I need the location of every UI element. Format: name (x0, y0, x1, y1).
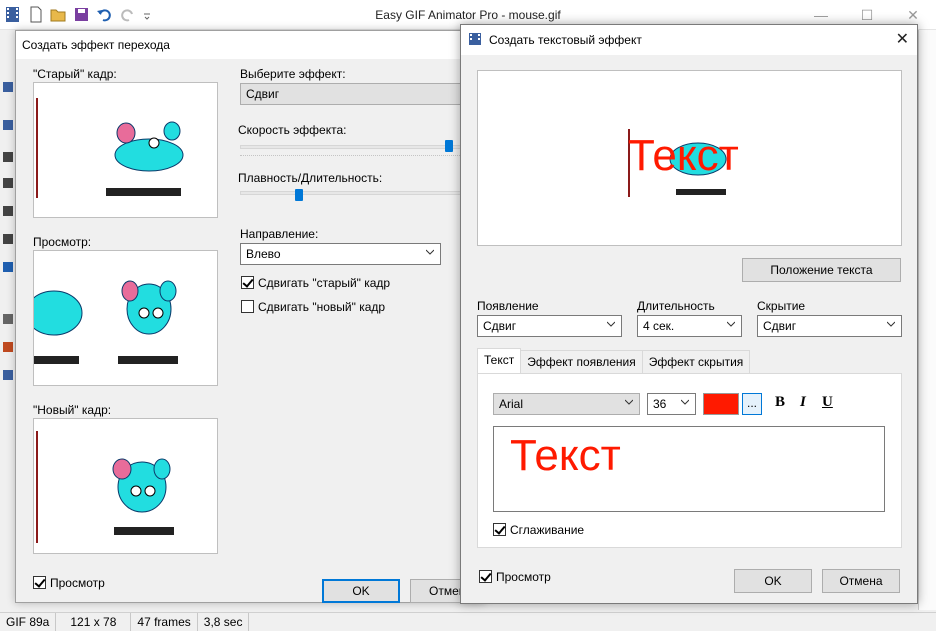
tool-icon[interactable] (3, 262, 13, 272)
font-select-value: Arial (499, 397, 524, 411)
speed-slider-thumb[interactable] (445, 140, 453, 152)
text-position-button[interactable]: Положение текста (742, 258, 901, 282)
chevron-down-icon (625, 399, 633, 405)
duration-label: Длительность (637, 299, 715, 313)
preview-check-label: Просмотр (50, 576, 105, 590)
transition-dialog: Создать эффект перехода "Старый" кадр: П… (15, 30, 488, 603)
preview-label: Просмотр: (33, 235, 92, 249)
text-effect-dialog: Создать текстовый эффект ✕ Текст Положен… (460, 24, 918, 604)
effect-select-value: Сдвиг (246, 87, 280, 101)
smoothness-label: Плавность/Длительность: (238, 171, 383, 185)
text-input-area[interactable]: Текст (493, 426, 885, 512)
direction-select-value: Влево (246, 247, 281, 261)
shift-new-checkbox[interactable] (241, 300, 254, 313)
text-tab-panel: Arial 36 ... B I U Текст Сглаживание (477, 373, 902, 548)
tab-hide-effect[interactable]: Эффект скрытия (641, 350, 751, 373)
new-frame-preview (33, 418, 218, 554)
text-dialog-title: Создать текстовый эффект (489, 33, 642, 47)
old-frame-preview (33, 82, 218, 218)
smoothness-slider-track (240, 191, 484, 195)
text-effect-preview: Текст (477, 70, 902, 246)
tab-text[interactable]: Текст (477, 348, 522, 373)
appear-select-value: Сдвиг (483, 319, 517, 333)
antialias-label: Сглаживание (510, 523, 585, 537)
italic-button[interactable]: I (800, 394, 806, 411)
app-title: Easy GIF Animator Pro - mouse.gif (375, 8, 561, 22)
text-ok-button[interactable]: OK (734, 569, 812, 593)
bold-button[interactable]: B (775, 394, 785, 411)
status-size: 121 x 78 (56, 613, 132, 631)
appear-select[interactable]: Сдвиг (477, 315, 622, 337)
tab-appear-effect[interactable]: Эффект появления (520, 350, 643, 373)
status-frames: 47 frames (131, 613, 198, 631)
tool-icon[interactable] (3, 314, 13, 324)
status-duration: 3,8 sec (198, 613, 250, 631)
mouse-sprite-preview (34, 280, 178, 364)
more-color-button[interactable]: ... (742, 393, 762, 415)
mouse-sprite-old (106, 121, 184, 196)
smoothness-slider-thumb[interactable] (295, 189, 304, 201)
shift-old-label: Сдвигать "старый" кадр (258, 276, 391, 290)
text-preview-label: Просмотр (496, 570, 551, 584)
speed-label: Скорость эффекта: (238, 123, 347, 137)
tool-icon[interactable] (3, 178, 13, 188)
transition-dialog-title: Создать эффект перехода (16, 31, 484, 59)
new-frame-label: "Новый" кадр: (33, 403, 112, 417)
tool-icon[interactable] (3, 234, 13, 244)
color-swatch[interactable] (703, 393, 739, 415)
text-input-value: Текст (510, 431, 621, 480)
choose-effect-label: Выберите эффект: (240, 67, 346, 81)
direction-label: Направление: (240, 227, 319, 241)
text-cancel-button[interactable]: Отмена (822, 569, 900, 593)
old-frame-label: "Старый" кадр: (33, 67, 117, 81)
underline-button[interactable]: U (822, 394, 833, 411)
font-select[interactable]: Arial (493, 393, 640, 415)
text-preview-checkbox[interactable] (479, 570, 492, 583)
status-format: GIF 89a (0, 613, 57, 631)
app-right-panel (918, 30, 936, 610)
close-icon[interactable]: ✕ (896, 29, 909, 49)
chevron-down-icon (887, 321, 895, 327)
duration-select-value: 4 сек. (643, 319, 675, 333)
direction-select[interactable]: Влево (240, 243, 441, 265)
app-left-toolbar (0, 30, 16, 610)
hide-select-value: Сдвиг (763, 319, 797, 333)
text-dialog-titlebar: Создать текстовый эффект ✕ (461, 25, 917, 55)
appear-label: Появление (477, 299, 539, 313)
tool-icon[interactable] (3, 370, 13, 380)
text-effect-tabs: Текст Эффект появления Эффект скрытия (477, 348, 751, 374)
shift-new-label: Сдвигать "новый" кадр (258, 300, 386, 314)
chevron-down-icon (426, 249, 434, 255)
speed-slider-ticks (240, 155, 460, 159)
hide-select[interactable]: Сдвиг (757, 315, 902, 337)
film-icon (469, 33, 481, 45)
tool-icon[interactable] (3, 342, 13, 352)
preview-checkbox[interactable] (33, 576, 46, 589)
tool-icon[interactable] (3, 206, 13, 216)
chevron-down-icon (727, 321, 735, 327)
hide-label: Скрытие (757, 299, 806, 313)
font-size-select[interactable]: 36 (647, 393, 696, 415)
duration-select[interactable]: 4 сек. (637, 315, 742, 337)
transition-ok-button[interactable]: OK (322, 579, 400, 603)
mouse-sprite-new (112, 458, 174, 535)
status-bar: GIF 89a 121 x 78 47 frames 3,8 sec (0, 612, 936, 631)
chevron-down-icon (681, 399, 689, 405)
shift-old-checkbox[interactable] (241, 276, 254, 289)
font-size-value: 36 (653, 397, 667, 411)
antialias-checkbox[interactable] (493, 523, 506, 536)
chevron-down-icon (607, 321, 615, 327)
preview-frame (33, 250, 218, 386)
tool-icon[interactable] (3, 82, 13, 92)
tool-icon[interactable] (3, 120, 13, 130)
preview-overlay-text: Текст (628, 131, 739, 180)
tool-icon[interactable] (3, 152, 13, 162)
effect-select[interactable]: Сдвиг (240, 83, 484, 105)
